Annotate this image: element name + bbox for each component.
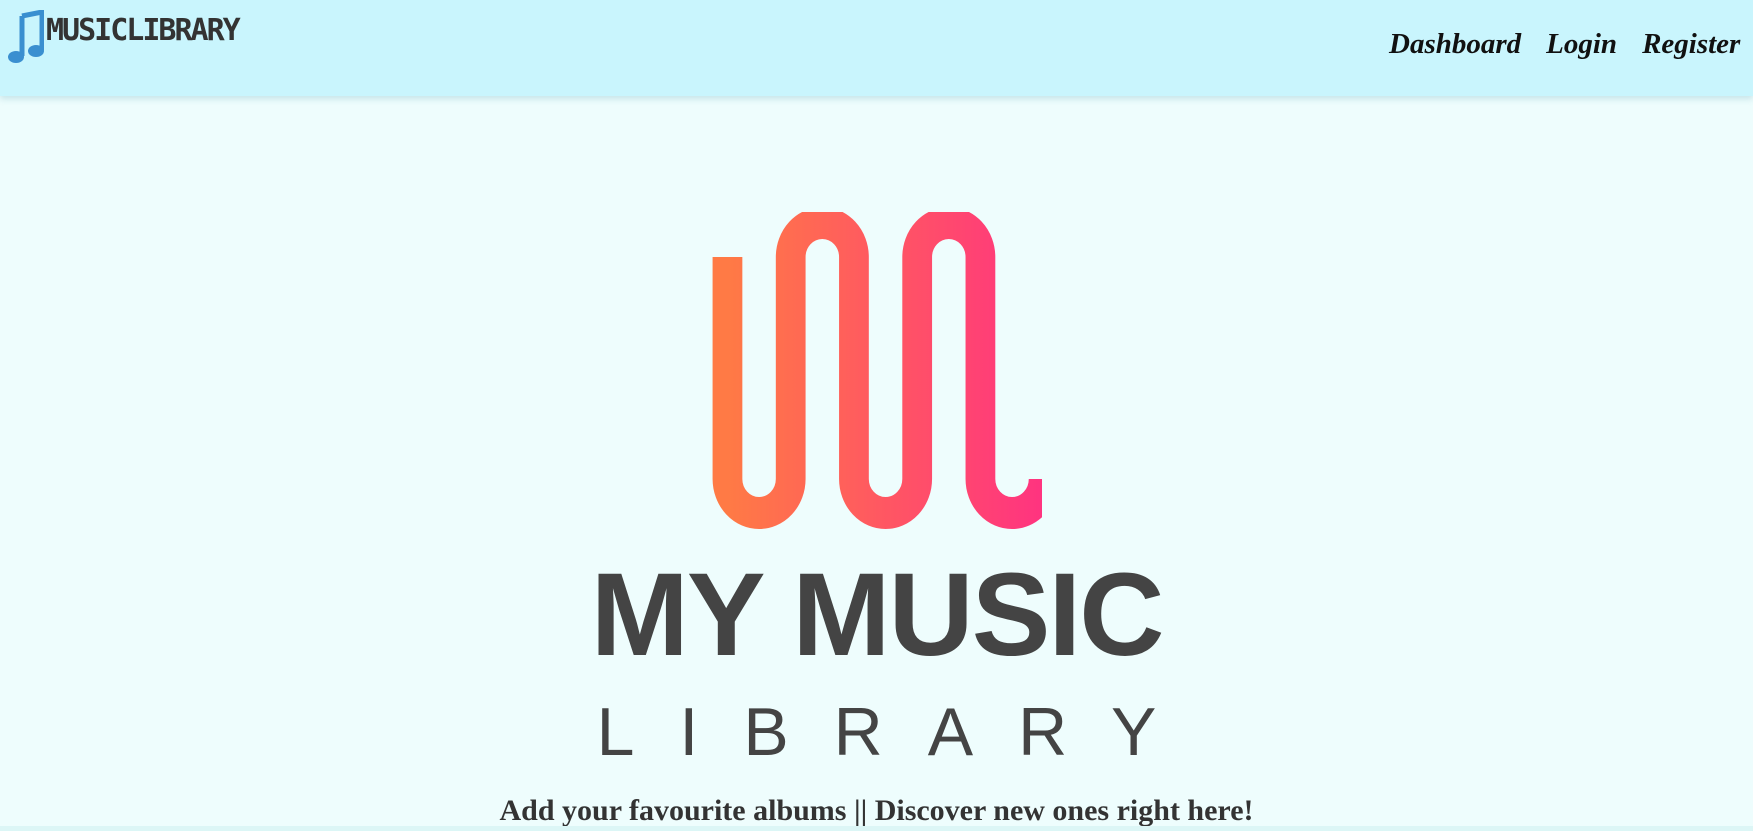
logo-title: MY MUSIC	[590, 549, 1165, 681]
brand-name: MUSICLIBRARY	[46, 12, 241, 48]
nav-link-login[interactable]: Login	[1546, 28, 1617, 61]
music-note-icon	[8, 10, 44, 66]
logo-subtitle: LIBRARY	[596, 694, 1202, 770]
nav-link-dashboard[interactable]: Dashboard	[1389, 28, 1521, 61]
music-library-logo-mark	[712, 212, 1042, 529]
nav-link-register[interactable]: Register	[1642, 28, 1740, 61]
brand-home-link[interactable]: MUSICLIBRARY	[8, 10, 241, 66]
nav-links: Dashboard Login Register	[1389, 28, 1753, 61]
navbar: MUSICLIBRARY Dashboard Login Register	[0, 0, 1753, 96]
tagline: Add your favourite albums || Discover ne…	[499, 794, 1254, 827]
page-bottom-edge	[0, 826, 1753, 831]
